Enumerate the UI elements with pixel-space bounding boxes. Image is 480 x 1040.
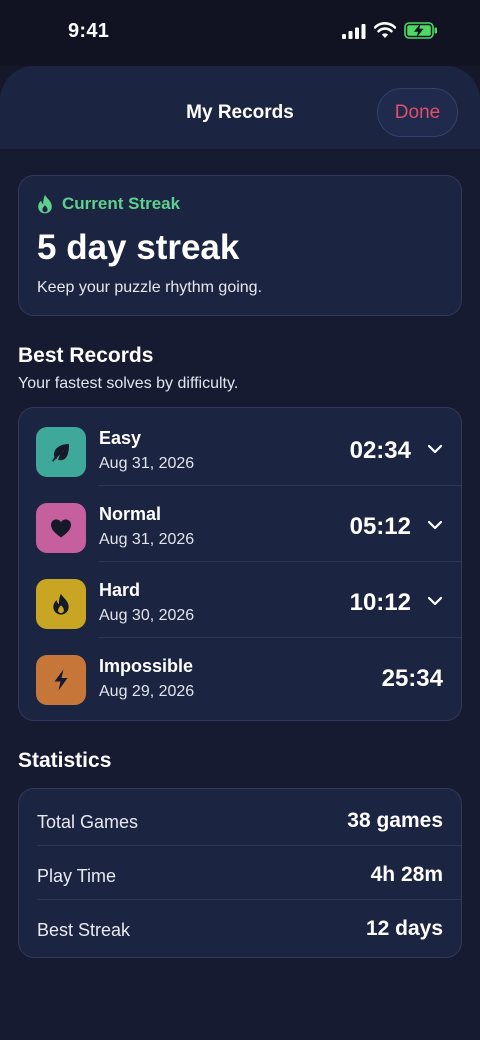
difficulty-badge-easy [36,427,86,477]
chevron-down-icon[interactable] [427,596,443,606]
streak-label-row: Current Streak [37,194,180,214]
record-time: 02:34 [349,437,411,464]
record-date: Aug 30, 2026 [99,607,195,624]
bolt-icon [54,669,68,691]
stat-row-play-time: Play Time 4h 28m [19,846,461,900]
cellular-signal-icon [342,23,366,39]
chevron-down-icon[interactable] [427,444,443,454]
status-icons [342,22,438,39]
best-records-list: Easy Aug 31, 2026 02:34 Normal Aug 31, 2… [18,407,462,721]
difficulty-badge-hard [36,579,86,629]
stat-label: Total Games [37,812,139,832]
streak-label: Current Streak [62,194,181,213]
record-date: Aug 31, 2026 [99,455,195,472]
battery-charging-icon [404,22,437,39]
current-streak-card: Current Streak 5 day streak Keep your pu… [18,175,462,316]
best-records-subtitle: Your fastest solves by difficulty. [18,375,239,392]
chevron-down-icon[interactable] [427,520,443,530]
record-time: 10:12 [349,589,411,616]
stat-label: Play Time [37,866,117,886]
wifi-icon [374,22,396,38]
record-row-normal[interactable]: Normal Aug 31, 2026 05:12 [19,486,461,562]
record-date: Aug 31, 2026 [99,531,195,548]
stat-value: 38 games [347,809,443,832]
record-name: Easy [99,428,142,448]
best-records-title: Best Records [18,344,154,367]
stat-label: Best Streak [37,920,131,940]
stat-value: 4h 28m [370,863,443,886]
record-row-impossible[interactable]: Impossible Aug 29, 2026 25:34 [19,638,461,714]
stat-row-total-games: Total Games 38 games [19,792,461,846]
record-date: Aug 29, 2026 [99,683,195,700]
records-sheet: My Records Done Current Streak 5 day str… [0,66,480,1040]
stat-value: 12 days [365,917,443,940]
flame-icon [38,194,52,214]
statistics-card: Total Games 38 games Play Time 4h 28m Be… [18,788,462,958]
difficulty-badge-impossible [36,655,86,705]
status-time: 9:41 [68,20,110,42]
leaf-icon [52,444,69,462]
statistics-title: Statistics [18,749,112,772]
record-row-hard[interactable]: Hard Aug 30, 2026 10:12 [19,562,461,638]
sheet-header: My Records Done [0,66,480,149]
streak-value: 5 day streak [37,228,240,267]
record-name: Impossible [99,656,194,676]
stat-row-best-streak: Best Streak 12 days [19,900,461,954]
heart-icon [51,519,71,538]
record-name: Hard [99,580,141,600]
record-row-easy[interactable]: Easy Aug 31, 2026 02:34 [19,410,461,486]
flame-icon [53,593,69,615]
status-bar: 9:41 [0,0,480,66]
difficulty-badge-normal [36,503,86,553]
record-time: 25:34 [381,665,443,692]
done-button[interactable]: Done [377,88,458,137]
record-name: Normal [99,504,162,524]
streak-subtitle: Keep your puzzle rhythm going. [37,279,263,296]
record-time: 05:12 [349,513,411,540]
